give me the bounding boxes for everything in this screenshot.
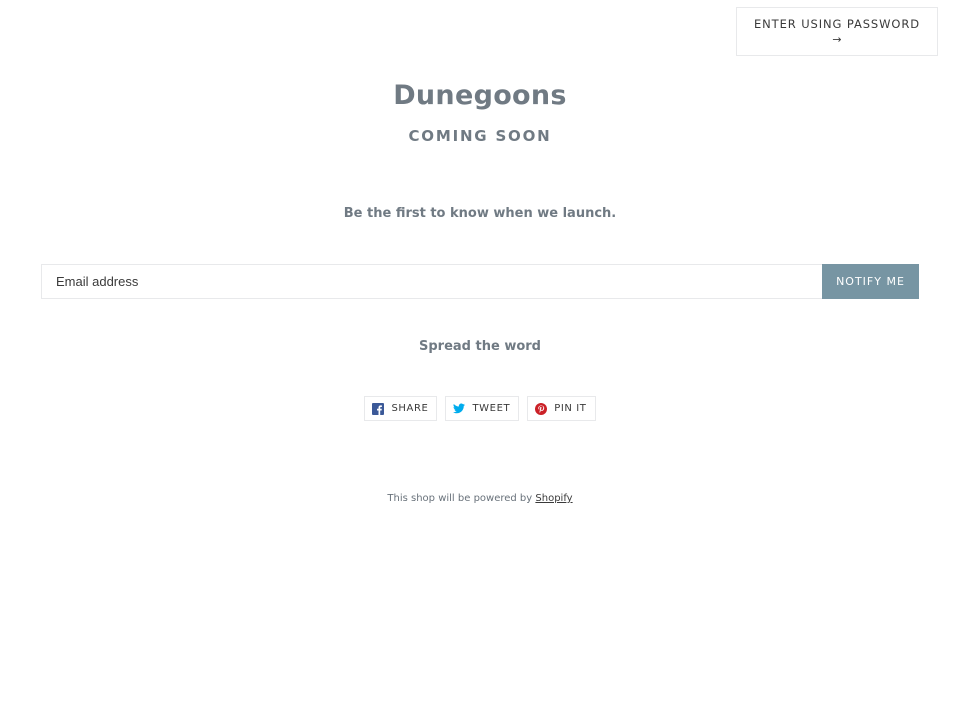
- coming-soon-heading: COMING SOON: [408, 127, 552, 145]
- spread-the-word-heading: Spread the word: [419, 339, 541, 354]
- twitter-icon: [453, 403, 466, 415]
- arrow-right-icon: →: [832, 32, 842, 46]
- facebook-share-button[interactable]: SHARE: [364, 396, 438, 421]
- facebook-share-label: SHARE: [391, 403, 429, 414]
- social-share-buttons: SHARE TWEET PIN IT: [0, 396, 960, 421]
- newsletter-form: NOTIFY ME: [41, 264, 919, 299]
- pinterest-pin-button[interactable]: PIN IT: [527, 396, 596, 421]
- twitter-tweet-label: TWEET: [472, 403, 511, 414]
- pinterest-icon: [535, 402, 548, 415]
- shop-title: Dunegoons: [393, 80, 567, 111]
- powered-by-text: This shop will be powered by: [387, 493, 533, 504]
- enter-password-label: ENTER USING PASSWORD: [753, 16, 921, 31]
- facebook-icon: [372, 402, 385, 415]
- enter-password-button[interactable]: ENTER USING PASSWORD →: [736, 7, 938, 56]
- email-input[interactable]: [41, 264, 822, 299]
- pinterest-pin-label: PIN IT: [554, 403, 587, 414]
- shopify-link[interactable]: Shopify: [535, 493, 572, 504]
- launch-tagline: Be the first to know when we launch.: [343, 206, 617, 221]
- notify-me-button[interactable]: NOTIFY ME: [822, 264, 919, 299]
- powered-by-footer: This shop will be powered by Shopify: [0, 493, 960, 504]
- twitter-tweet-button[interactable]: TWEET: [445, 396, 520, 421]
